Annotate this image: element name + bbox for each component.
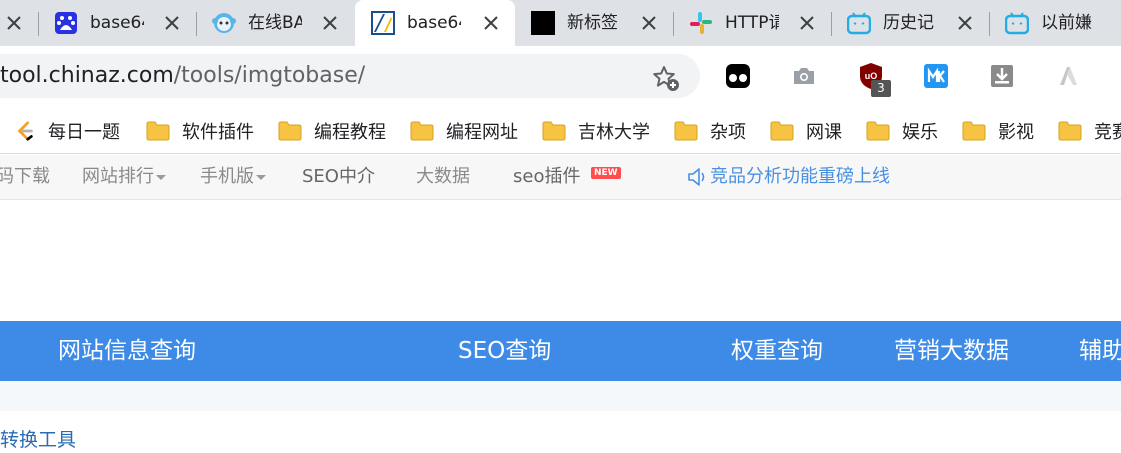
- tab-http-request[interactable]: HTTP请: [673, 0, 831, 46]
- bilibili-icon: [1005, 12, 1029, 35]
- folder-icon: [962, 121, 986, 141]
- tab-partial[interactable]: [0, 0, 38, 46]
- baidu-icon: [55, 12, 77, 34]
- black-square-icon: [531, 11, 555, 35]
- close-icon[interactable]: [639, 13, 659, 33]
- bookmark-folder[interactable]: 竞赛: [1058, 116, 1121, 146]
- chevron-down-icon: [156, 174, 166, 180]
- folder-icon: [1058, 121, 1082, 141]
- tab-previous[interactable]: 以前嫌: [989, 0, 1121, 46]
- close-icon[interactable]: [955, 13, 975, 33]
- ublock-extension[interactable]: uO 3: [858, 62, 892, 98]
- bookmark-folder[interactable]: 吉林大学: [542, 116, 650, 146]
- close-icon[interactable]: [320, 13, 340, 33]
- close-icon[interactable]: [481, 13, 501, 33]
- mk-icon[interactable]: [922, 62, 950, 90]
- sub-strip: [0, 381, 1121, 411]
- tab-new-tab[interactable]: 新标签: [515, 0, 673, 46]
- folder-icon: [410, 121, 434, 141]
- bookmark-folder[interactable]: 杂项: [674, 116, 746, 146]
- leetcode-icon: [17, 121, 33, 141]
- folder-icon: [146, 121, 170, 141]
- download-icon[interactable]: [988, 62, 1016, 90]
- tab-title: base64: [90, 13, 144, 33]
- nav-source-download[interactable]: 码下载: [0, 166, 50, 188]
- url-path: /tools/imgtobase/: [173, 63, 366, 88]
- bookmark-folder[interactable]: 编程网址: [410, 116, 518, 146]
- close-icon[interactable]: [162, 13, 182, 33]
- chinaz-icon: [371, 11, 395, 35]
- new-badge: NEW: [591, 167, 621, 179]
- bookmarks-bar: 每日一题 软件插件 编程教程 编程网址 吉林大学 杂项 网课 娱乐 影视 竞赛: [0, 108, 1121, 154]
- tab-title: 在线BA: [248, 13, 302, 33]
- folder-icon: [278, 121, 302, 141]
- bookmark-label: 网课: [806, 122, 842, 143]
- bookmark-label: 编程网址: [446, 122, 518, 143]
- breadcrumb[interactable]: 转换工具: [0, 428, 76, 452]
- folder-icon: [674, 121, 698, 141]
- bookmark-label: 编程教程: [314, 122, 386, 143]
- chevron-down-icon: [256, 174, 266, 180]
- nav-seo-agent[interactable]: SEO中介: [302, 166, 375, 188]
- tab-history[interactable]: 历史记: [831, 0, 989, 46]
- category-weight[interactable]: 权重查询: [731, 336, 823, 366]
- tab-title: 历史记: [883, 13, 934, 33]
- nav-label: 手机版: [200, 166, 254, 187]
- nav-site-ranking[interactable]: 网站排行: [82, 166, 166, 188]
- ublock-badge: 3: [871, 80, 891, 97]
- bookmark-folder[interactable]: 影视: [962, 116, 1034, 146]
- bookmark-label: 杂项: [710, 122, 746, 143]
- tab-title: 以前嫌: [1041, 13, 1092, 33]
- bilibili-icon: [847, 12, 871, 35]
- announcement-text: 竞品分析功能重磅上线: [710, 166, 890, 187]
- bookmark-daily-problem[interactable]: 每日一题: [14, 116, 120, 146]
- tab-title: HTTP请: [725, 13, 779, 33]
- folder-icon: [542, 121, 566, 141]
- bookmark-folder[interactable]: 编程教程: [278, 116, 386, 146]
- tab-online-base[interactable]: 在线BA: [196, 0, 354, 46]
- tab-title: base64: [407, 13, 461, 33]
- bookmark-label: 每日一题: [48, 122, 120, 143]
- speaker-icon: [688, 168, 705, 186]
- browser-toolbar: tool.chinaz.com/tools/imgtobase/: [0, 46, 1121, 108]
- category-site-info[interactable]: 网站信息查询: [58, 336, 196, 366]
- bookmark-folder[interactable]: 网课: [770, 116, 842, 146]
- category-marketing[interactable]: 营销大数据: [894, 336, 1009, 366]
- category-assist[interactable]: 辅助: [1079, 336, 1121, 366]
- url-host: tool.chinaz.com: [0, 63, 174, 88]
- announcement-link[interactable]: 竞品分析功能重磅上线: [686, 166, 890, 188]
- close-icon[interactable]: [797, 13, 817, 33]
- folder-icon: [770, 121, 794, 141]
- bookmark-label: 娱乐: [902, 122, 938, 143]
- category-bar: 网站信息查询 SEO查询 权重查询 营销大数据 辅助: [0, 321, 1121, 381]
- slack-icon: [690, 12, 712, 34]
- tab-base64-active[interactable]: base64: [355, 0, 515, 46]
- monkey-icon: [212, 13, 236, 33]
- category-seo[interactable]: SEO查询: [458, 336, 551, 366]
- add-bookmark-star-icon[interactable]: [652, 64, 680, 92]
- tab-title: 新标签: [567, 13, 618, 33]
- nav-label: 网站排行: [82, 166, 154, 187]
- site-top-nav: 码下载 网站排行 手机版 SEO中介 大数据 seo插件 NEW 竞品分析功能重…: [0, 155, 1121, 200]
- bookmark-label: 竞赛: [1094, 122, 1121, 143]
- bookmark-label: 软件插件: [182, 122, 254, 143]
- nav-mobile[interactable]: 手机版: [200, 166, 266, 188]
- tab-strip: base64 在线BA base64 新标签: [0, 0, 1121, 46]
- bookmark-label: 吉林大学: [578, 122, 650, 143]
- bookmark-label: 影视: [998, 122, 1034, 143]
- nav-seo-plugin[interactable]: seo插件: [513, 166, 580, 188]
- bookmark-folder[interactable]: 软件插件: [146, 116, 254, 146]
- url-text[interactable]: tool.chinaz.com/tools/imgtobase/: [0, 63, 365, 89]
- camera-icon[interactable]: [790, 62, 818, 90]
- ai-logo-icon[interactable]: [1054, 62, 1082, 90]
- nav-big-data[interactable]: 大数据: [416, 166, 470, 188]
- tampermonkey-icon[interactable]: [724, 62, 752, 90]
- tab-base64-baidu[interactable]: base64: [38, 0, 196, 46]
- address-bar[interactable]: tool.chinaz.com/tools/imgtobase/: [0, 54, 700, 98]
- close-icon[interactable]: [4, 13, 24, 33]
- folder-icon: [866, 121, 890, 141]
- bookmark-folder[interactable]: 娱乐: [866, 116, 938, 146]
